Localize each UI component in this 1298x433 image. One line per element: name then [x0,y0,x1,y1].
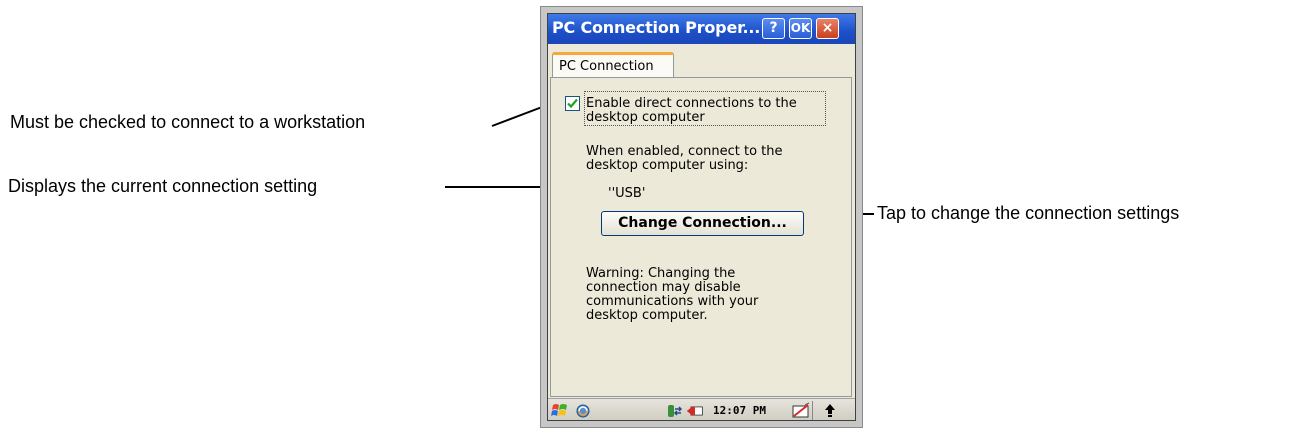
warning-line4: desktop computer. [586,308,708,323]
help-button[interactable]: ? [762,18,785,39]
device-screen: PC Connection Proper... ? OK × PC Connec… [547,13,856,421]
battery-icon[interactable] [686,402,704,420]
connection-icon[interactable] [666,402,684,420]
sync-icon[interactable] [574,402,592,420]
info-text-line2: desktop computer using: [586,158,749,173]
connection-value: ''USB' [608,186,646,201]
enable-connections-checkbox[interactable] [565,96,580,111]
device-frame: PC Connection Proper... ? OK × PC Connec… [540,6,863,428]
taskbar-divider [812,401,813,420]
tab-pc-connection[interactable]: PC Connection [552,52,674,78]
taskbar: 12:07 PM [548,398,855,420]
warning-line1: Warning: Changing the [586,266,736,281]
window-title: PC Connection Proper... [552,18,761,37]
check-mark-icon [567,98,578,109]
window-titlebar: PC Connection Proper... ? OK × [548,14,855,44]
start-icon[interactable] [551,402,569,420]
change-connection-button[interactable]: Change Connection... [601,211,804,236]
checkbox-label-line2[interactable]: desktop computer [586,110,705,125]
ok-button[interactable]: OK [789,18,812,39]
close-button[interactable]: × [816,18,839,39]
warning-line3: communications with your [586,294,759,309]
warning-line2: connection may disable [586,280,741,295]
input-panel-icon[interactable] [791,402,811,420]
up-arrow-icon[interactable] [822,402,838,420]
checkbox-label-line1[interactable]: Enable direct connections to the [586,96,797,111]
clock[interactable]: 12:07 PM [713,404,766,417]
info-text-line1: When enabled, connect to the [586,144,783,159]
